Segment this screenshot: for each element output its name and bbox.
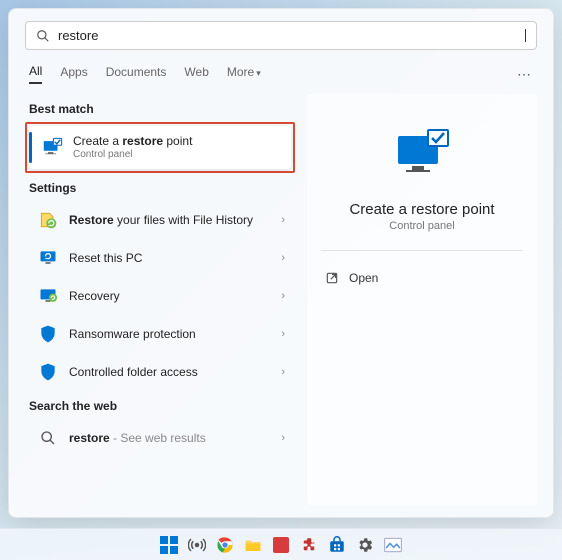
divider (321, 250, 523, 251)
result-title: Ransomware protection (69, 327, 281, 341)
preview-subtitle: Control panel (389, 220, 454, 232)
open-icon (325, 271, 339, 285)
section-best-match: Best match (29, 102, 295, 116)
search-input[interactable]: restore (58, 28, 525, 43)
result-recovery[interactable]: Recovery › (25, 277, 295, 315)
chevron-right-icon: › (281, 432, 285, 444)
text-caret (525, 29, 526, 42)
start-button[interactable] (159, 535, 179, 555)
search-bar[interactable]: restore (25, 21, 537, 50)
result-title: Create a restore point (73, 134, 285, 148)
open-action[interactable]: Open (321, 265, 523, 291)
result-reset-pc[interactable]: Reset this PC › (25, 239, 295, 277)
chevron-right-icon: › (281, 214, 285, 226)
result-subtitle: Control panel (73, 149, 285, 161)
shield-icon (37, 323, 59, 345)
preview-pane: Create a restore point Control panel Ope… (307, 94, 537, 505)
search-icon (36, 29, 50, 43)
file-explorer-icon[interactable] (243, 535, 263, 555)
result-title: Reset this PC (69, 251, 281, 265)
preview-title: Create a restore point (349, 201, 494, 218)
chevron-right-icon: › (281, 366, 285, 378)
monitor-restore-icon (41, 137, 63, 159)
taskbar-broadcast-icon[interactable] (187, 535, 207, 555)
chrome-icon[interactable] (215, 535, 235, 555)
section-settings: Settings (29, 181, 295, 195)
microsoft-store-icon[interactable] (327, 535, 347, 555)
open-label: Open (349, 271, 378, 285)
result-file-history[interactable]: Restore your files with File History › (25, 201, 295, 239)
result-create-restore-point[interactable]: Create a restore point Control panel (29, 126, 291, 169)
taskbar-image-icon[interactable] (383, 535, 403, 555)
tab-apps[interactable]: Apps (60, 65, 87, 83)
highlight-annotation: Create a restore point Control panel (25, 122, 295, 173)
taskbar (0, 528, 562, 560)
result-title: restore - See web results (69, 431, 281, 445)
filter-tabs: All Apps Documents Web More▾ ⋯ (25, 60, 537, 94)
monitor-restore-icon (392, 128, 452, 183)
tab-more[interactable]: More▾ (227, 65, 261, 83)
result-title: Restore your files with File History (69, 213, 281, 227)
result-ransomware-protection[interactable]: Ransomware protection › (25, 315, 295, 353)
chevron-right-icon: › (281, 328, 285, 340)
search-icon (37, 427, 59, 449)
result-controlled-folder[interactable]: Controlled folder access › (25, 353, 295, 391)
taskbar-puzzle-icon[interactable] (299, 535, 319, 555)
tab-all[interactable]: All (29, 64, 42, 84)
result-web-restore[interactable]: restore - See web results › (25, 419, 295, 457)
reset-pc-icon (37, 247, 59, 269)
settings-gear-icon[interactable] (355, 535, 375, 555)
chevron-right-icon: › (281, 252, 285, 264)
section-search-web: Search the web (29, 399, 295, 413)
chevron-right-icon: › (281, 290, 285, 302)
result-title: Controlled folder access (69, 365, 281, 379)
tab-web[interactable]: Web (184, 65, 208, 83)
file-history-icon (37, 209, 59, 231)
shield-icon (37, 361, 59, 383)
results-pane: Best match Create a restore point Contro… (25, 94, 295, 505)
more-options-button[interactable]: ⋯ (517, 66, 533, 83)
taskbar-app-red-icon[interactable] (271, 535, 291, 555)
result-title: Recovery (69, 289, 281, 303)
start-search-window: restore All Apps Documents Web More▾ ⋯ B… (8, 8, 554, 518)
recovery-icon (37, 285, 59, 307)
tab-documents[interactable]: Documents (106, 65, 167, 83)
